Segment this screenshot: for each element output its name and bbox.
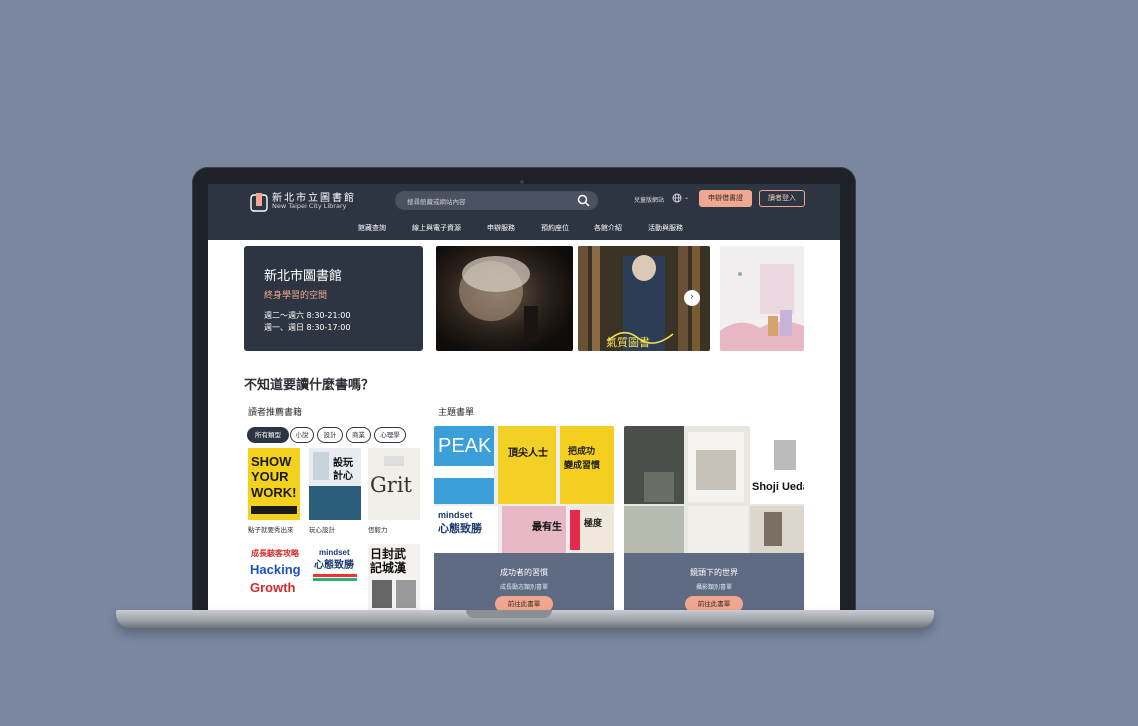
theme-list-footer: 成功者的習慣 成長勵志類別書單 前往此書單 [434,553,614,611]
svg-text:記城漢: 記城漢 [370,560,407,575]
search-icon[interactable] [577,194,590,207]
svg-text:心態致勝: 心態致勝 [438,521,483,535]
book-cover-art: mindset 心態致勝 [313,548,357,581]
opening-hours-weekend: 週一、週日 8:30-17:00 [264,323,351,332]
book-cover[interactable]: 設玩 計心 [309,448,361,520]
nav-item-eresources[interactable]: 線上與電子資源 [412,223,487,233]
apply-card-button[interactable]: 申辦借書證 [699,190,752,207]
svg-text:極度: 極度 [583,517,603,529]
book-caption[interactable]: 恆毅力 [368,524,388,534]
svg-text:YOUR: YOUR [251,469,289,484]
carousel-slide-3[interactable] [720,246,804,351]
svg-text:把成功: 把成功 [568,445,595,457]
svg-text:Growth: Growth [250,580,296,595]
svg-text:成長駭客攻略: 成長駭客攻略 [251,548,300,558]
nav-item-services[interactable]: 申辦服務 [487,223,541,233]
book-cover-art: SHOW YOUR WORK! [251,454,297,514]
book-cover-art: 日封武 記城漢 [370,546,416,608]
filter-chip-business[interactable]: 商業 [346,427,371,443]
nav-item-seat-booking[interactable]: 預約座位 [541,223,594,233]
book-cover-art: 設玩 計心 [309,452,361,520]
theme-list-subtitle: 攝影類別書單 [695,584,732,591]
filter-chip-all[interactable]: 所有類型 [247,427,289,443]
book-cover[interactable]: Grit [368,448,420,520]
reader-recommend-title: 讀者推薦書籍 [248,408,303,418]
book-cover[interactable]: 成長駭客攻略 Hacking Growth [248,544,300,611]
theme-list-subtitle: 成長勵志類別書單 [499,584,548,591]
theme-covers-collage: PEAK 頂尖人士 把成功 變成習慣 mindset 心態致勝 最有生 極度 [434,426,614,554]
laptop-screen: 新北市立圖書館 New Taipei City Library 搜尋館藏或網站內… [208,184,840,611]
svg-text:SHOW: SHOW [251,454,292,469]
svg-text:頂尖人士: 頂尖人士 [508,446,548,459]
main-nav: 館藏查詢 線上與電子資源 申辦服務 預約座位 各館介紹 活動與服務 [358,223,683,233]
svg-text:Grit: Grit [370,473,413,497]
theme-list-title: 成功者的習慣 [500,568,548,577]
search-placeholder: 搜尋館藏或網站內容 [407,198,466,206]
svg-text:設玩: 設玩 [333,456,353,469]
carousel-next-button[interactable]: › [684,290,700,306]
chevron-down-icon[interactable]: ⌄ [684,194,689,201]
filter-chip-psychology[interactable]: 心理學 [374,427,406,443]
filter-chip-novel[interactable]: 小說 [290,427,314,443]
search-input[interactable]: 搜尋館藏或網站內容 [395,191,598,210]
svg-text:計心: 計心 [333,469,353,482]
theme-list-card-photography[interactable]: Shoji Ueda 鏡頭下的世界 攝影類別書單 前往此書單 [624,426,804,611]
hero-title: 新北市圖書館 [264,269,343,284]
svg-text:變成習慣: 變成習慣 [563,459,600,471]
slide-title-text: 氣質圖書 [606,335,650,349]
book-caption[interactable]: 玩心設計 [309,524,335,534]
book-cover[interactable]: SHOW YOUR WORK! [248,448,300,520]
svg-text:最有生: 最有生 [532,520,562,533]
slide-photo-old-man [436,246,573,351]
opening-hours-weekday: 週二～週六 8:30-21:00 [264,311,351,320]
svg-text:心態致勝: 心態致勝 [314,558,355,571]
book-cover-art: Grit [370,456,413,497]
carousel-slide-1[interactable] [436,246,573,351]
kids-site-link[interactable]: 兒童版網站 [634,195,664,204]
filter-chip-design[interactable]: 設計 [317,427,343,443]
go-to-list-button[interactable]: 前往此書單 [495,596,553,611]
nav-item-branches[interactable]: 各館介紹 [594,223,648,233]
book-caption[interactable]: 點子就要秀出來 [248,524,294,534]
book-cover[interactable]: 日封武 記城漢 [368,544,420,611]
hero-subtitle: 終身學習的空間 [264,291,328,301]
svg-text:mindset: mindset [438,510,473,520]
logo-subtitle: New Taipei City Library [272,202,347,210]
theme-list-footer: 鏡頭下的世界 攝影類別書單 前往此書單 [624,553,804,611]
recommendation-heading: 不知道要讀什麼書嗎？ [244,378,375,393]
laptop-notch [466,610,552,618]
library-logo-icon[interactable] [250,192,268,212]
theme-list-card-success[interactable]: PEAK 頂尖人士 把成功 變成習慣 mindset 心態致勝 最有生 極度 成… [434,426,614,611]
login-button[interactable]: 讀者登入 [759,190,805,207]
nav-item-catalog[interactable]: 館藏查詢 [358,223,412,233]
hero-info-card: 新北市圖書館 終身學習的空間 週二～週六 8:30-21:00 週一、週日 8:… [244,246,423,351]
book-cover-art: 成長駭客攻略 Hacking Growth [250,548,300,595]
svg-text:mindset: mindset [319,548,350,557]
nav-item-activities[interactable]: 活動與服務 [648,223,683,233]
svg-text:PEAK: PEAK [438,435,492,457]
svg-text:日封武: 日封武 [370,546,406,561]
svg-text:WORK!: WORK! [251,485,297,500]
theme-covers-collage: Shoji Ueda [624,426,804,554]
book-cover[interactable]: mindset 心態致勝 [309,544,361,611]
cover-text-shoji-ueda: Shoji Ueda [752,481,804,493]
go-to-list-button[interactable]: 前往此書單 [685,596,743,611]
svg-text:Hacking: Hacking [250,562,300,577]
theme-lists-title: 主題書單 [438,408,475,418]
slide-illustration [720,246,804,351]
theme-list-title: 鏡頭下的世界 [690,568,738,577]
globe-icon[interactable] [672,193,682,203]
site-header: 新北市立圖書館 New Taipei City Library 搜尋館藏或網站內… [208,184,840,240]
